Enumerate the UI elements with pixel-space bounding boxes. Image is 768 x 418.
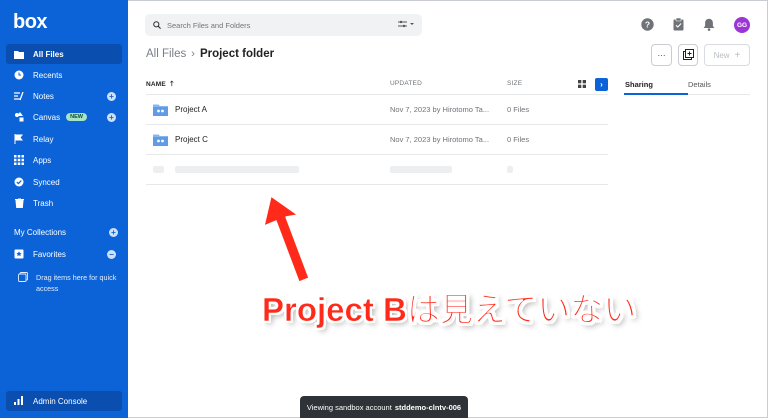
notes-icon: [14, 91, 24, 101]
chevron-right-icon: ›: [600, 80, 603, 89]
row-size: 0 Files: [507, 105, 530, 114]
clock-icon: [14, 70, 24, 80]
column-header-updated[interactable]: UPDATED: [390, 80, 422, 87]
my-collections-heading[interactable]: My Collections: [14, 228, 66, 237]
sidebar-item-synced[interactable]: Synced: [6, 172, 122, 192]
sidebar-item-notes[interactable]: Notes +: [6, 86, 122, 106]
svg-text:?: ?: [644, 19, 649, 29]
sidebar-item-recents[interactable]: Recents: [6, 65, 122, 85]
row-name[interactable]: Project A: [175, 105, 207, 114]
sidebar-item-favorites[interactable]: Favorites −: [6, 244, 122, 264]
sidebar-item-all-files[interactable]: All Files: [6, 44, 122, 64]
search-bar[interactable]: [145, 14, 422, 36]
sidebar-item-label: All Files: [33, 49, 64, 59]
active-tab-indicator: [624, 93, 688, 95]
trash-icon: [14, 198, 24, 208]
loading-row: [146, 154, 608, 184]
tab-sharing[interactable]: Sharing: [625, 80, 653, 89]
add-collection-icon[interactable]: +: [109, 228, 118, 237]
drag-hint: Drag items here for quick access: [18, 272, 122, 294]
tab-details[interactable]: Details: [688, 80, 711, 89]
add-note-icon[interactable]: +: [107, 91, 116, 101]
new-badge: NEW: [66, 113, 87, 121]
grid-icon: [14, 155, 24, 165]
column-name-label: NAME: [146, 81, 166, 88]
sidebar-item-relay[interactable]: Relay: [6, 129, 122, 149]
new-button[interactable]: New +: [704, 44, 750, 66]
expand-panel-button[interactable]: ›: [595, 78, 608, 91]
tasks-icon[interactable]: [671, 17, 685, 31]
toast-account: stddemo-clntv-006: [394, 402, 462, 412]
drop-target-icon: [18, 272, 28, 294]
folder-icon: [14, 49, 24, 59]
sidebar-item-label: Recents: [33, 70, 63, 80]
grid-view-icon[interactable]: [578, 80, 586, 90]
search-input[interactable]: [167, 20, 387, 30]
drag-hint-text: Drag items here for quick access: [36, 273, 117, 293]
filter-icon[interactable]: [398, 20, 414, 30]
admin-console-label: Admin Console: [33, 396, 88, 406]
sort-arrow-up-icon: 🡑: [169, 81, 174, 88]
sidebar-item-label: Notes: [33, 91, 54, 101]
column-header-size[interactable]: SIZE: [507, 80, 522, 87]
row-updated: Nov 7, 2023 by Hirotomo Ta...: [390, 135, 490, 144]
table-row[interactable]: Project C Nov 7, 2023 by Hirotomo Ta... …: [146, 124, 608, 154]
skeleton-icon-placeholder: [153, 166, 164, 173]
relay-icon: [14, 134, 24, 144]
sidebar-item-label: Canvas: [33, 112, 61, 122]
annotation-arrow-icon: [263, 195, 310, 283]
sidebar-item-canvas[interactable]: Canvas NEW +: [6, 107, 122, 127]
check-circle-icon: [14, 177, 24, 187]
notifications-bell-icon[interactable]: [702, 17, 716, 31]
folder-icon: [153, 103, 168, 121]
folder-icon: [153, 133, 168, 151]
collapse-favorites-icon[interactable]: −: [107, 249, 116, 259]
row-name[interactable]: Project C: [175, 135, 208, 144]
sidebar-item-label: Apps: [33, 155, 52, 165]
sidebar-item-label: Relay: [33, 134, 54, 144]
plus-icon: +: [734, 49, 741, 61]
sidebar-item-label: Synced: [33, 177, 60, 187]
help-icon[interactable]: ?: [640, 17, 654, 31]
admin-console-link[interactable]: Admin Console: [6, 391, 122, 411]
more-options-button[interactable]: ···: [651, 44, 672, 66]
toast-prefix: Viewing sandbox account: [306, 402, 392, 412]
chevron-right-icon: ›: [191, 48, 195, 60]
sidebar-item-label: Favorites: [33, 249, 66, 259]
row-size: 0 Files: [507, 135, 530, 144]
annotation-text: Project Bは見えていない: [262, 291, 637, 329]
new-button-label: New: [713, 50, 730, 60]
user-avatar[interactable]: GG: [734, 17, 750, 33]
box-logo[interactable]: box: [13, 11, 48, 34]
breadcrumb-all-files[interactable]: All Files: [146, 48, 186, 60]
column-header-name[interactable]: NAME 🡑: [146, 80, 174, 91]
row-updated: Nov 7, 2023 by Hirotomo Ta...: [390, 105, 490, 114]
breadcrumb: All Files › Project folder: [146, 48, 274, 60]
sandbox-toast: Viewing sandbox account stddemo-clntv-00…: [300, 396, 468, 418]
sidebar-item-label: Trash: [33, 198, 54, 208]
table-row[interactable]: Project A Nov 7, 2023 by Hirotomo Ta... …: [146, 94, 608, 124]
search-icon: [153, 16, 161, 34]
canvas-icon: [14, 112, 24, 122]
sidebar: box All Files Recents Notes + Canvas NEW…: [0, 0, 128, 418]
upload-button[interactable]: [678, 44, 698, 66]
sidebar-item-trash[interactable]: Trash: [6, 193, 122, 213]
page-title: Project folder: [199, 48, 275, 60]
table-bottom-divider: [146, 184, 608, 185]
bar-chart-icon: [14, 395, 23, 407]
sidebar-item-apps[interactable]: Apps: [6, 150, 122, 170]
favorites-icon: [14, 249, 24, 259]
skeleton-name-placeholder: [175, 166, 299, 173]
upload-icon: [682, 48, 694, 62]
skeleton-size-placeholder: [507, 166, 513, 173]
add-canvas-icon[interactable]: +: [107, 112, 116, 122]
skeleton-updated-placeholder: [390, 166, 452, 173]
